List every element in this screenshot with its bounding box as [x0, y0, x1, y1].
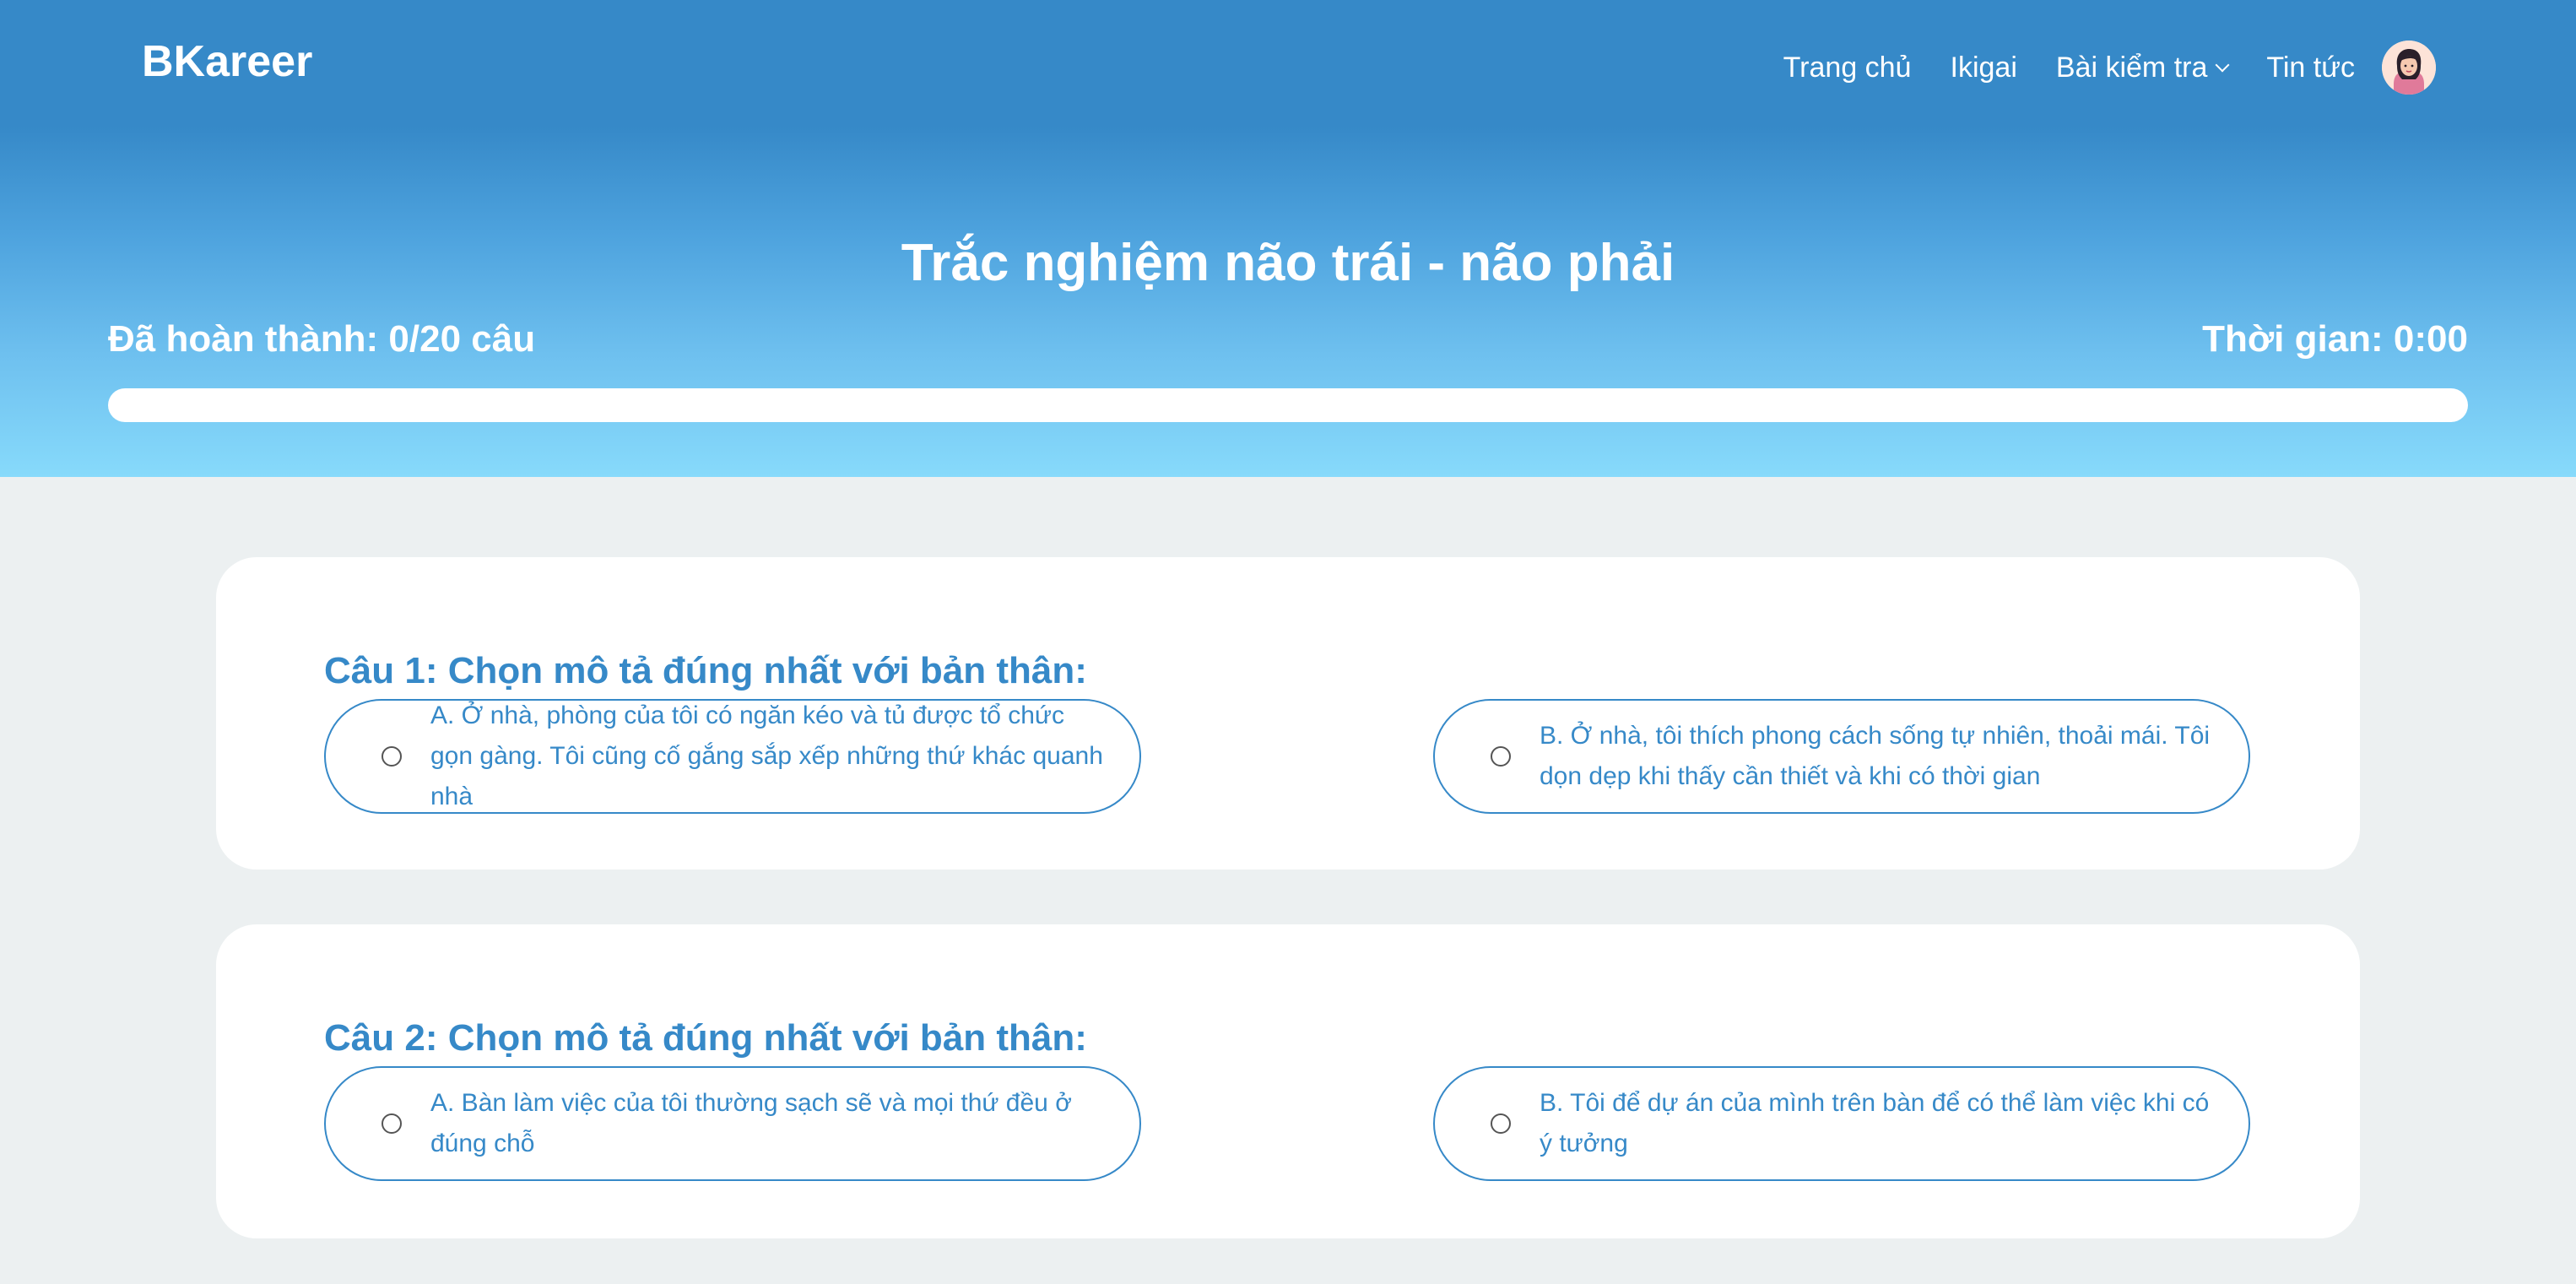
answer-option-label: A. Ở nhà, phòng của tôi có ngăn kéo và t…	[430, 702, 1103, 810]
nav-link-ikigai[interactable]: Ikigai	[1951, 41, 2017, 95]
question-title: Câu 2: Chọn mô tả đúng nhất với bản thân…	[324, 1016, 1087, 1059]
progress-label: Đã hoàn thành: 0/20 câu	[108, 318, 536, 360]
nav-dropdown-tests[interactable]: Bài kiểm tra	[2055, 41, 2230, 95]
radio-button-icon[interactable]	[382, 746, 402, 767]
radio-button-icon[interactable]	[382, 1113, 402, 1134]
answer-option-label: A. Bàn làm việc của tôi thường sạch sẽ v…	[430, 1089, 1072, 1157]
answer-option-label: B. Ở nhà, tôi thích phong cách sống tự n…	[1540, 722, 2211, 790]
answer-option-b[interactable]: B. Ở nhà, tôi thích phong cách sống tự n…	[1433, 699, 2250, 814]
question-card: Câu 2: Chọn mô tả đúng nhất với bản thân…	[216, 924, 2360, 1238]
page-title: Trắc nghiệm não trái - não phải	[901, 233, 1675, 292]
header-hero: BKareer Trang chủ Ikigai Bài kiểm tra Ti…	[0, 0, 2576, 477]
answer-option-a[interactable]: A. Bàn làm việc của tôi thường sạch sẽ v…	[324, 1066, 1141, 1181]
answer-option-a[interactable]: A. Ở nhà, phòng của tôi có ngăn kéo và t…	[324, 699, 1141, 814]
radio-button-icon[interactable]	[1491, 1113, 1511, 1134]
brand-logo[interactable]: BKareer	[142, 32, 312, 91]
nav-label: Ikigai	[1950, 51, 2017, 84]
nav-label: Trang chủ	[1783, 51, 1912, 84]
top-navigation: Trang chủ Ikigai Bài kiểm tra Tin tức	[1783, 41, 2436, 95]
chevron-down-icon	[2215, 57, 2230, 73]
answer-option-b[interactable]: B. Tôi để dự án của mình trên bàn để có …	[1433, 1066, 2250, 1181]
progress-bar	[108, 388, 2468, 422]
nav-label: Tin tức	[2266, 51, 2355, 84]
question-title: Câu 1: Chọn mô tả đúng nhất với bản thân…	[324, 649, 1087, 691]
timer-label: Thời gian: 0:00	[2202, 318, 2468, 360]
answer-option-label: B. Tôi để dự án của mình trên bàn để có …	[1540, 1089, 2210, 1157]
question-card: Câu 1: Chọn mô tả đúng nhất với bản thân…	[216, 557, 2360, 870]
nav-label: Bài kiểm tra	[2055, 51, 2208, 84]
avatar-illustration	[2382, 41, 2436, 95]
radio-button-icon[interactable]	[1491, 746, 1511, 767]
user-avatar-icon[interactable]	[2382, 41, 2436, 95]
nav-link-news[interactable]: Tin tức	[2266, 41, 2355, 95]
nav-link-home[interactable]: Trang chủ	[1783, 41, 1912, 95]
